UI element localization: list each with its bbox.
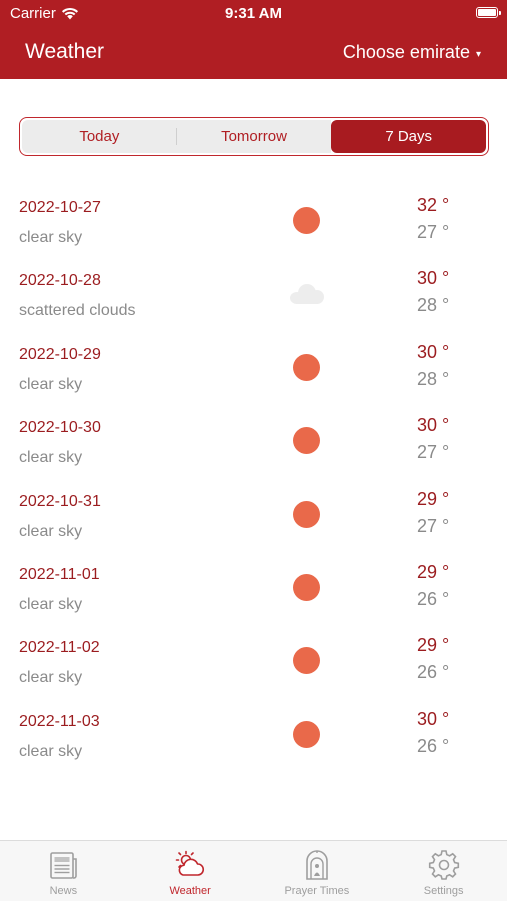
caret-down-icon: ▾: [475, 48, 481, 60]
temp-min: 26 °: [417, 588, 450, 609]
forecast-date: 2022-11-02: [19, 639, 100, 657]
forecast-description: clear sky: [19, 522, 83, 540]
forecast-date: 2022-11-03: [19, 712, 100, 730]
tab-prayer-times[interactable]: Prayer Times: [254, 841, 381, 901]
sun-icon: [293, 500, 321, 529]
temp-max: 30 °: [417, 268, 450, 289]
cloud-icon: [290, 280, 324, 308]
temp-min: 26 °: [417, 662, 450, 683]
battery-icon: [476, 7, 501, 18]
newspaper-icon: [50, 852, 78, 879]
segment-7-days[interactable]: 7 Days: [331, 120, 487, 153]
temp-min: 27 °: [417, 442, 450, 463]
segment-today[interactable]: Today: [22, 120, 177, 153]
gear-icon: [428, 850, 459, 880]
status-bar: Carrier 9:31 AM: [0, 0, 507, 28]
sun-icon: [293, 353, 321, 382]
forecast-date: 2022-11-01: [19, 565, 100, 583]
forecast-description: clear sky: [19, 669, 83, 687]
sun-icon: [293, 720, 321, 749]
page-title: Weather: [25, 40, 104, 63]
forecast-date: 2022-10-27: [19, 199, 101, 216]
forecast-description: clear sky: [19, 595, 83, 613]
forecast-date: 2022-10-30: [19, 419, 101, 437]
temp-min: 26 °: [417, 735, 450, 756]
forecast-row: 2022-11-01 clear sky 29 ° 26 °: [0, 551, 507, 624]
forecast-range-segmented-control: Today Tomorrow 7 Days: [19, 117, 489, 156]
temp-max: 29 °: [417, 488, 450, 509]
status-time: 9:31 AM: [225, 5, 282, 22]
tab-prayer-times-label: Prayer Times: [284, 885, 350, 897]
tab-weather[interactable]: Weather: [127, 841, 254, 901]
tab-bar: News Weather Prayer Times Settings: [0, 840, 507, 901]
tab-news[interactable]: News: [0, 841, 127, 901]
temp-min: 27 °: [417, 515, 450, 536]
forecast-date: 2022-10-31: [19, 492, 101, 510]
forecast-row: 2022-10-29 clear sky 30 ° 28 °: [0, 331, 507, 404]
tab-settings-label: Settings: [423, 885, 464, 897]
temp-max: 30 °: [417, 341, 450, 362]
app-header: Carrier 9:31 AM Weather Choose emirate ▾: [0, 0, 507, 79]
temp-max: 30 °: [417, 708, 450, 729]
temp-min: 28 °: [417, 368, 450, 389]
tab-settings[interactable]: Settings: [380, 841, 507, 901]
temp-min: 27 °: [417, 222, 450, 242]
tab-news-label: News: [49, 885, 78, 897]
forecast-description: clear sky: [19, 375, 83, 393]
mosque-icon: [306, 850, 328, 880]
forecast-row: 2022-11-03 clear sky 30 ° 26 °: [0, 698, 507, 771]
forecast-row: 2022-10-30 clear sky 30 ° 27 °: [0, 404, 507, 477]
tab-weather-label: Weather: [169, 885, 211, 897]
choose-emirate-button[interactable]: Choose emirate ▾: [343, 42, 481, 63]
sun-icon: [293, 207, 321, 235]
forecast-description: clear sky: [19, 449, 83, 467]
temp-max: 29 °: [417, 561, 450, 582]
forecast-row: 2022-10-28 scattered clouds 30 ° 28 °: [0, 257, 507, 330]
forecast-date: 2022-10-29: [19, 345, 101, 363]
segment-tomorrow[interactable]: Tomorrow: [176, 120, 332, 153]
sun-icon: [293, 573, 321, 602]
sun-icon: [293, 647, 321, 675]
temp-max: 32 °: [417, 195, 450, 215]
forecast-row: 2022-10-27 clear sky 32 ° 27 °: [0, 184, 507, 257]
sun-icon: [293, 427, 321, 455]
forecast-row: 2022-11-02 clear sky 29 ° 26 °: [0, 624, 507, 697]
choose-emirate-label: Choose emirate: [342, 42, 470, 62]
forecast-date: 2022-10-28: [19, 272, 101, 290]
forecast-description: clear sky: [19, 229, 83, 246]
temp-max: 29 °: [417, 635, 450, 656]
forecast-list: 2022-10-27 clear sky 32 ° 27 ° 2022-10-2…: [0, 184, 507, 771]
temp-min: 28 °: [417, 295, 450, 316]
weather-icon: [175, 850, 205, 876]
forecast-description: scattered clouds: [19, 302, 136, 320]
temp-max: 30 °: [417, 415, 450, 436]
forecast-row: 2022-10-31 clear sky 29 ° 27 °: [0, 478, 507, 551]
forecast-description: clear sky: [19, 742, 83, 760]
